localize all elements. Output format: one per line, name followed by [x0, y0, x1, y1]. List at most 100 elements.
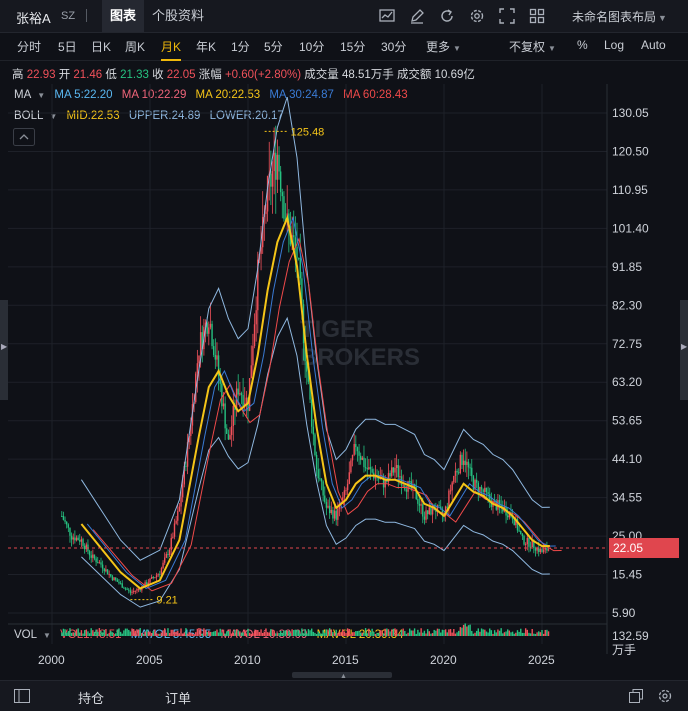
period-5min[interactable]: 5分	[264, 38, 283, 55]
candle-body	[129, 590, 132, 593]
volume-bar	[440, 632, 442, 636]
volume-bar	[147, 631, 150, 636]
volume-bar	[435, 630, 437, 636]
volume-bar	[469, 624, 471, 636]
candle-body	[106, 569, 109, 575]
right-panel-handle[interactable]: ▶	[680, 300, 688, 400]
period-5day[interactable]: 5日	[58, 38, 77, 55]
volume-bar	[479, 631, 481, 636]
panel-toggle-icon[interactable]	[14, 689, 30, 703]
current-price-tag: 22.05	[609, 538, 679, 558]
volume-bar	[222, 629, 225, 636]
ma20-line	[80, 214, 550, 590]
price-tick-label: 91.85	[612, 260, 642, 274]
volume-bar	[374, 633, 377, 636]
candle-body	[446, 506, 448, 508]
period-more[interactable]: 更多 ▼	[426, 38, 461, 55]
volume-bar	[199, 628, 202, 636]
settings-gear-icon[interactable]	[657, 688, 673, 704]
period-weekly[interactable]: 周K	[125, 38, 145, 55]
volume-bar	[531, 628, 533, 636]
popout-icon[interactable]	[628, 688, 644, 704]
volume-bar	[244, 629, 246, 636]
percent-toggle[interactable]: %	[577, 38, 588, 52]
volume-bar	[234, 629, 236, 636]
candle-body	[93, 554, 96, 559]
period-intraday[interactable]: 分时	[17, 38, 41, 55]
log-toggle[interactable]: Log	[604, 38, 624, 52]
period-10min[interactable]: 10分	[299, 38, 324, 55]
period-30min[interactable]: 30分	[381, 38, 406, 55]
orders-tab[interactable]: 订单	[165, 688, 191, 707]
volume-bar	[392, 628, 395, 636]
change-label: 涨幅	[198, 69, 222, 81]
volume-bar	[150, 633, 153, 636]
auto-toggle[interactable]: Auto	[641, 38, 666, 52]
volume-bar	[126, 628, 128, 636]
candle-body	[356, 447, 359, 452]
settings-gear-icon[interactable]	[468, 7, 486, 25]
candle-body	[480, 486, 483, 490]
positions-tab[interactable]: 持仓	[78, 688, 104, 707]
candle-body	[332, 509, 334, 519]
volume-bar	[97, 631, 99, 636]
volume-bar	[101, 632, 104, 636]
candle-body	[67, 524, 70, 528]
adjust-select[interactable]: 不复权 ▼	[509, 38, 556, 55]
volume-bar	[276, 633, 279, 636]
line-chart-icon[interactable]	[378, 7, 396, 25]
volume-bar	[405, 633, 408, 636]
candle-body	[136, 589, 138, 591]
time-tick-label: 2000	[38, 653, 65, 667]
tab-chart[interactable]: 图表	[102, 0, 145, 32]
grid-layout-icon[interactable]	[528, 7, 546, 25]
high-mark-label: 125.48	[291, 126, 325, 138]
volume-bar	[515, 632, 517, 636]
candle-body	[165, 554, 168, 558]
period-daily[interactable]: 日K	[91, 38, 111, 55]
scroll-up-icon[interactable]: ▲	[340, 673, 347, 680]
volume-bar	[529, 633, 532, 636]
volume-bar	[195, 632, 197, 636]
refresh-icon[interactable]	[438, 7, 456, 25]
candle-body	[484, 487, 486, 492]
volume-bar	[376, 633, 378, 636]
fullscreen-icon[interactable]	[498, 7, 516, 25]
period-1min[interactable]: 1分	[231, 38, 250, 55]
candle-body	[157, 574, 159, 576]
candle-body	[327, 505, 329, 508]
candle-body	[520, 531, 522, 535]
candle-body	[324, 495, 326, 503]
volume-bar	[541, 629, 543, 636]
candle-body	[353, 443, 355, 455]
volume-bar	[90, 628, 92, 636]
candle-body	[69, 527, 71, 536]
chevron-down-icon: ▼	[453, 44, 461, 53]
candle-body	[242, 395, 244, 406]
draw-pen-icon[interactable]	[408, 7, 426, 25]
period-15min[interactable]: 15分	[340, 38, 365, 55]
chart-layout-select[interactable]: 未命名图表布局 ▼	[572, 8, 667, 25]
candlestick-chart[interactable]: TIGER BROKERS 130.05120.50110.95101.4091…	[0, 84, 688, 680]
volume-bar	[524, 628, 527, 636]
candle-body	[325, 502, 328, 508]
volume-bar	[255, 629, 257, 636]
candle-body	[425, 510, 427, 520]
price-tick-label: 5.90	[612, 606, 636, 620]
volume-bar	[422, 632, 424, 636]
amount-value: 10.69亿	[434, 69, 475, 81]
tab-stock-info[interactable]: 个股资料	[144, 0, 212, 32]
price-tick-label: 44.10	[612, 452, 642, 466]
volume-bar	[232, 632, 234, 636]
volume-bar	[459, 627, 462, 636]
candle-body	[273, 152, 275, 172]
volume-bar	[487, 632, 489, 636]
volume-bar	[95, 629, 97, 636]
volume-bar	[368, 628, 370, 636]
period-yearly[interactable]: 年K	[196, 38, 216, 55]
volume-bar	[213, 631, 215, 636]
period-monthly[interactable]: 月K	[161, 38, 182, 61]
left-panel-handle[interactable]: ▶	[0, 300, 8, 400]
volume-bar	[263, 631, 266, 636]
candle-body	[361, 457, 364, 460]
